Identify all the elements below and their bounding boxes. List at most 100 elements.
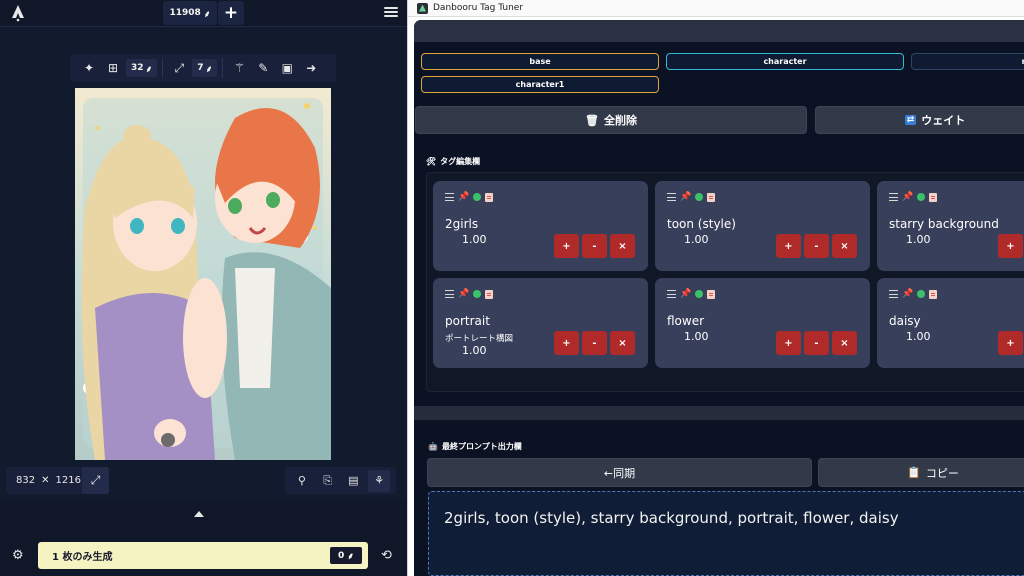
top-bar: 11908 ⸙ + [0, 0, 407, 27]
tools-icon: 🛠 [426, 157, 437, 166]
tab-negative[interactable]: neg [911, 53, 1024, 70]
clear-all-label: 全削除 [603, 114, 637, 127]
anime-illustration [75, 88, 331, 460]
pin-icon[interactable]: ⚲ [291, 470, 313, 492]
magic-wand-icon[interactable]: ⚚ [228, 57, 250, 79]
tag-card[interactable]: 📌 flower 1.00 + - × [655, 278, 870, 368]
tab-character[interactable]: character [666, 53, 904, 70]
tag-name: 2girls [445, 217, 479, 231]
document-icon[interactable] [929, 192, 938, 202]
image-generator-panel: 11908 ⸙ + ✦ ⊞ 32 ⸙ ⤢ 7 ⸙ ⚚ ✎ ▣ ➜ 832 ✕ 1… [0, 0, 407, 576]
arrow-right-icon[interactable]: ➜ [300, 57, 322, 79]
expand-icon[interactable]: ⤢ [82, 467, 109, 494]
document-icon[interactable] [485, 289, 494, 299]
chevron-up-icon[interactable] [194, 511, 204, 517]
drag-handle-icon[interactable] [667, 193, 676, 201]
output-section-label: 最終プロンプト出力欄 [441, 442, 522, 451]
save-icon[interactable]: ▤ [342, 470, 364, 492]
enabled-dot-icon[interactable] [917, 290, 926, 298]
toolbar-divider [222, 58, 224, 78]
tag-weight-controls: + - × [998, 234, 1024, 258]
pin-icon[interactable]: 📌 [680, 192, 691, 202]
tag-card[interactable]: 📌 daisy 1.00 + - × [877, 278, 1024, 368]
add-anlas-button[interactable]: + [218, 1, 244, 25]
tag-card[interactable]: 📌 toon (style) 1.00 + - × [655, 181, 870, 271]
seed-icon[interactable]: ⚘ [368, 469, 391, 492]
drag-handle-icon[interactable] [889, 290, 898, 298]
increase-weight-button[interactable]: + [554, 331, 579, 355]
tag-editor: 📌 2girls 1.00 + - × 📌 toon (style) 1.00 … [426, 172, 1024, 392]
copy-button[interactable]: 📋 コピー [818, 458, 1024, 487]
upscale-icon[interactable]: ⤢ [168, 57, 190, 79]
variations-icon[interactable]: ⊞ [102, 57, 124, 79]
remove-tag-button[interactable]: × [610, 331, 635, 355]
remove-tag-button[interactable]: × [610, 234, 635, 258]
tab-character1[interactable]: character1 [421, 76, 659, 93]
pin-icon[interactable]: 📌 [680, 289, 691, 299]
history-icon[interactable]: ⟲ [381, 548, 392, 563]
output-section-heading: 🤖 最終プロンプト出力欄 [428, 441, 522, 452]
anlas-icon: ⸙ [205, 64, 213, 75]
increase-weight-button[interactable]: + [998, 234, 1023, 258]
gear-icon[interactable]: ⚙ [12, 548, 24, 563]
anlas-balance[interactable]: 11908 ⸙ [163, 1, 217, 25]
remove-tag-button[interactable]: × [832, 331, 857, 355]
document-icon[interactable] [929, 289, 938, 299]
enhance-icon[interactable]: ✦ [78, 57, 100, 79]
decrease-weight-button[interactable]: - [582, 331, 607, 355]
sync-button[interactable]: ←同期 [427, 458, 812, 487]
tag-weight-controls: + - × [554, 234, 635, 258]
increase-weight-button[interactable]: + [776, 331, 801, 355]
document-icon[interactable] [707, 289, 716, 299]
drag-handle-icon[interactable] [445, 193, 454, 201]
decrease-weight-button[interactable]: - [582, 234, 607, 258]
enabled-dot-icon[interactable] [473, 193, 482, 201]
clipboard-icon[interactable]: ⎘ [317, 470, 339, 492]
tag-card-icons: 📌 [889, 192, 938, 202]
image-toolbar: ✦ ⊞ 32 ⸙ ⤢ 7 ⸙ ⚚ ✎ ▣ ➜ [70, 54, 336, 82]
document-icon[interactable] [485, 192, 494, 202]
repeat-icon: ⇄ [904, 115, 917, 125]
enabled-dot-icon[interactable] [695, 290, 704, 298]
enabled-dot-icon[interactable] [695, 193, 704, 201]
tag-name: toon (style) [667, 217, 736, 231]
clear-all-button[interactable]: 🗑 全削除 [415, 106, 807, 134]
drag-handle-icon[interactable] [667, 290, 676, 298]
header-strip [414, 20, 1024, 42]
inpaint-icon[interactable]: ▣ [276, 57, 298, 79]
enabled-dot-icon[interactable] [473, 290, 482, 298]
pin-icon[interactable]: 📌 [458, 192, 469, 202]
drag-handle-icon[interactable] [889, 193, 898, 201]
increase-weight-button[interactable]: + [998, 331, 1023, 355]
enabled-dot-icon[interactable] [917, 193, 926, 201]
decrease-weight-button[interactable]: - [804, 331, 829, 355]
tag-weight-controls: + - × [776, 331, 857, 355]
pin-icon[interactable]: 📌 [458, 289, 469, 299]
tag-weight: 1.00 [906, 330, 931, 343]
tag-card-icons: 📌 [889, 289, 938, 299]
pencil-icon[interactable]: ✎ [252, 57, 274, 79]
document-icon[interactable] [707, 192, 716, 202]
pin-icon[interactable]: 📌 [902, 192, 913, 202]
remove-tag-button[interactable]: × [832, 234, 857, 258]
final-prompt-text: 2girls, toon (style), starry background,… [444, 509, 899, 527]
drag-handle-icon[interactable] [445, 290, 454, 298]
tag-card-icons: 📌 [667, 289, 716, 299]
generated-image[interactable] [75, 88, 331, 460]
tab-base[interactable]: base [421, 53, 659, 70]
window-title: Danbooru Tag Tuner [433, 3, 524, 13]
tag-card[interactable]: 📌 2girls 1.00 + - × [433, 181, 648, 271]
menu-icon[interactable] [384, 5, 398, 19]
increase-weight-button[interactable]: + [776, 234, 801, 258]
app-logo-icon[interactable] [9, 4, 27, 22]
tag-card[interactable]: 📌 starry background 1.00 + - × [877, 181, 1024, 271]
copy-label: コピー [925, 466, 959, 480]
pin-icon[interactable]: 📌 [902, 289, 913, 299]
tag-name: daisy [889, 314, 921, 328]
decrease-weight-button[interactable]: - [804, 234, 829, 258]
weight-button[interactable]: ⇄ ウェイト [815, 106, 1024, 134]
final-prompt-output[interactable]: 2girls, toon (style), starry background,… [428, 491, 1024, 576]
increase-weight-button[interactable]: + [554, 234, 579, 258]
generate-button[interactable]: 1 枚のみ生成 0 ⸙ [38, 542, 368, 569]
tag-card[interactable]: 📌 portrait ポートレート構図 1.00 + - × [433, 278, 648, 368]
